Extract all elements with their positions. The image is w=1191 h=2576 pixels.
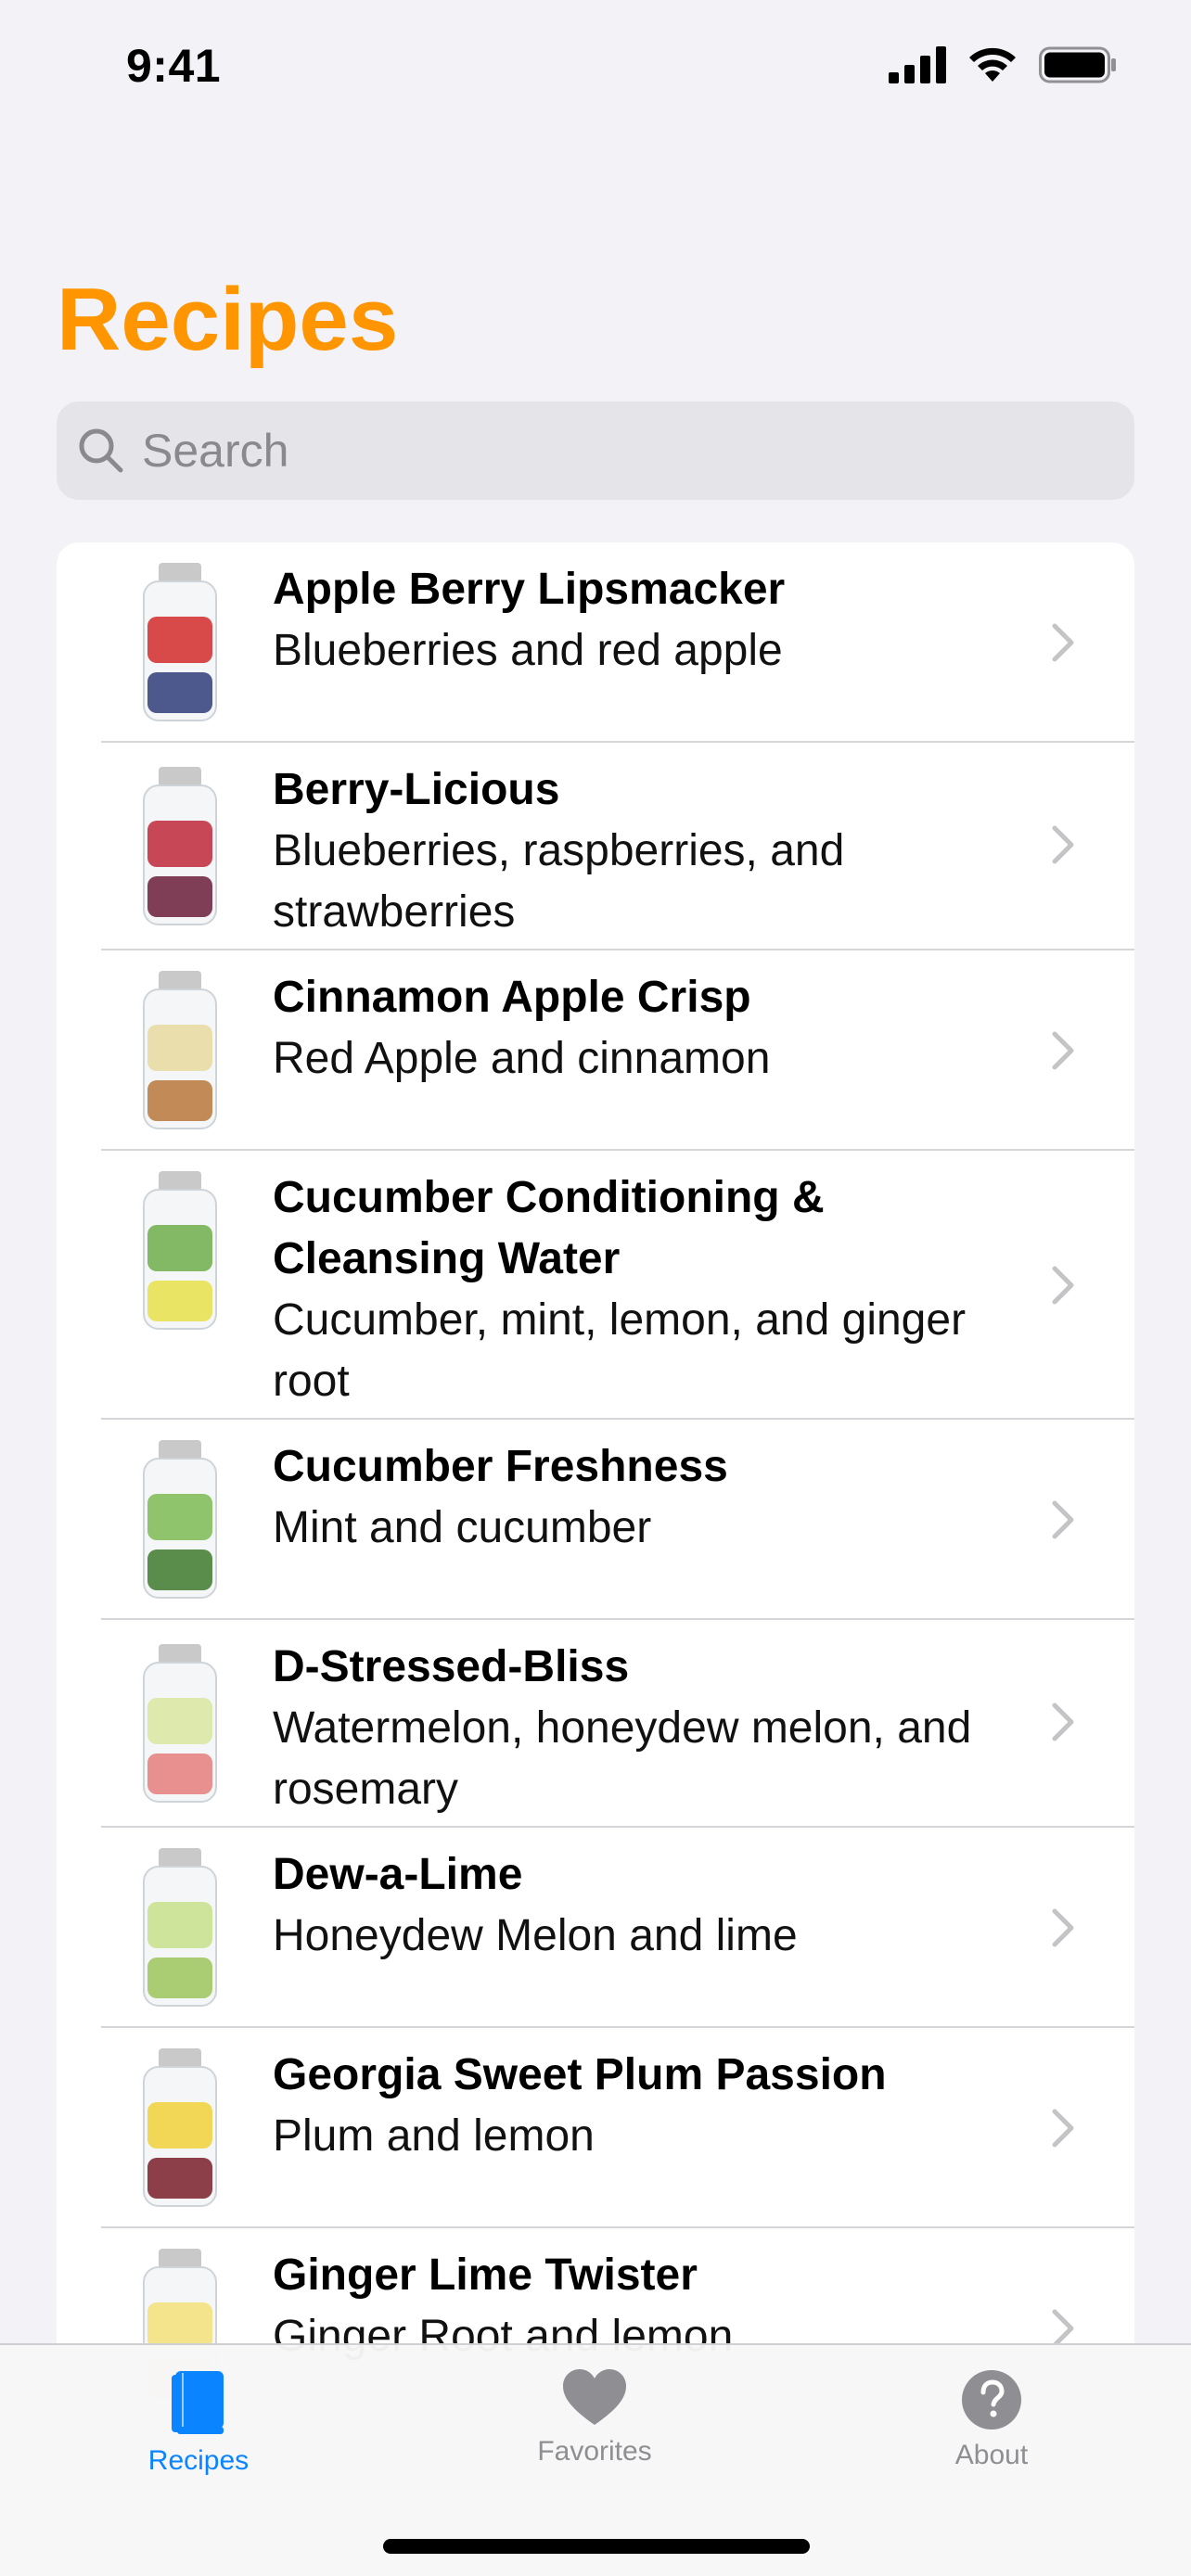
list-item[interactable]: Cucumber Conditioning & Cleansing Water … [57,1151,1134,1420]
heart-icon [563,2369,626,2425]
chevron-right-icon [1052,1500,1074,1539]
status-icons [889,46,1117,83]
list-item[interactable]: Cucumber Freshness Mint and cucumber [57,1420,1134,1620]
home-indicator [383,2539,810,2554]
list-item[interactable]: Dew-a-Lime Honeydew Melon and lime [57,1828,1134,2028]
recipe-subtitle: Honeydew Melon and lime [273,1911,798,1960]
fruit-top [147,1025,212,1071]
list-item[interactable]: D-Stressed-Bliss Watermelon, honeydew me… [57,1620,1134,1828]
fruit-bottom [147,1549,212,1590]
search-bar[interactable] [57,402,1134,500]
fruit-bottom [147,1753,212,1794]
tab-recipes[interactable]: Recipes [96,2369,301,2490]
recipe-subtitle: Blueberries and red apple [273,626,783,675]
recipe-title: Apple Berry Lipsmacker [273,565,786,614]
recipe-title: Ginger Lime Twister [273,2251,698,2300]
recipe-thumbnail [143,1171,217,1330]
recipe-thumbnail [143,563,217,721]
fruit-bottom [147,1080,212,1121]
chevron-right-icon [1052,2109,1074,2148]
page-title: Recipes [57,270,399,369]
wifi-icon [969,47,1016,82]
chevron-right-icon [1052,623,1074,662]
recipe-title: Cinnamon Apple Crisp [273,973,751,1022]
recipe-thumbnail [143,1440,217,1599]
recipe-thumbnail [143,1848,217,2007]
list-item[interactable]: Berry-Licious Blueberries, raspberries, … [57,743,1134,950]
recipe-thumbnail [143,767,217,925]
recipe-subtitle: Cucumber, mint, lemon, and ginger root [273,1295,967,1406]
fruit-bottom [147,1958,212,1998]
fruit-top [147,1902,212,1948]
recipe-thumbnail [143,2048,217,2207]
fruit-top [147,821,212,867]
list-item[interactable]: Georgia Sweet Plum Passion Plum and lemo… [57,2028,1134,2228]
fruit-top [147,1494,212,1540]
recipe-thumbnail [143,971,217,1129]
fruit-top [147,1225,212,1271]
search-icon [79,428,123,473]
recipe-title: Georgia Sweet Plum Passion [273,2050,887,2099]
tab-about[interactable]: About [890,2369,1094,2490]
recipe-subtitle: Mint and cucumber [273,1503,652,1552]
list-item[interactable]: Cinnamon Apple Crisp Red Apple and cinna… [57,950,1134,1151]
recipe-subtitle: Watermelon, honeydew melon, and rosemary [273,1703,972,1814]
recipe-title: Dew-a-Lime [273,1850,523,1899]
battery-icon [1039,46,1116,83]
book-icon [172,2371,224,2434]
fruit-bottom [147,876,212,917]
recipe-title: D-Stressed-Bliss [273,1642,630,1691]
chevron-right-icon [1052,825,1074,864]
chevron-right-icon [1052,1702,1074,1741]
chevron-right-icon [1052,1031,1074,1070]
question-icon [962,2370,1021,2429]
tab-label: About [954,2440,1029,2470]
tab-favorites[interactable]: Favorites [493,2369,697,2490]
fruit-top [147,617,212,663]
tab-label: Favorites [537,2436,652,2467]
search-input[interactable] [142,424,1069,478]
status-bar: 9:41 [0,0,1191,130]
cellular-signal-icon [889,46,946,83]
recipe-thumbnail [143,1644,217,1803]
recipe-subtitle: Red Apple and cinnamon [273,1034,771,1083]
status-time: 9:41 [126,40,222,92]
fruit-top [147,1698,212,1744]
recipe-list: Apple Berry Lipsmacker Blueberries and r… [57,542,1134,2576]
chevron-right-icon [1052,1908,1074,1947]
fruit-bottom [147,672,212,713]
fruit-bottom [147,2158,212,2199]
recipe-subtitle: Blueberries, raspberries, and strawberri… [273,826,845,937]
chevron-right-icon [1052,1266,1074,1305]
recipe-title: Cucumber Conditioning & Cleansing Water [273,1173,825,1283]
list-item[interactable]: Apple Berry Lipsmacker Blueberries and r… [57,542,1134,743]
recipe-subtitle: Plum and lemon [273,2111,595,2161]
fruit-bottom [147,1281,212,1321]
recipe-title: Cucumber Freshness [273,1442,728,1491]
recipe-title: Berry-Licious [273,765,560,814]
fruit-top [147,2102,212,2149]
tab-label: Recipes [147,2445,250,2476]
fruit-top [147,2302,212,2349]
